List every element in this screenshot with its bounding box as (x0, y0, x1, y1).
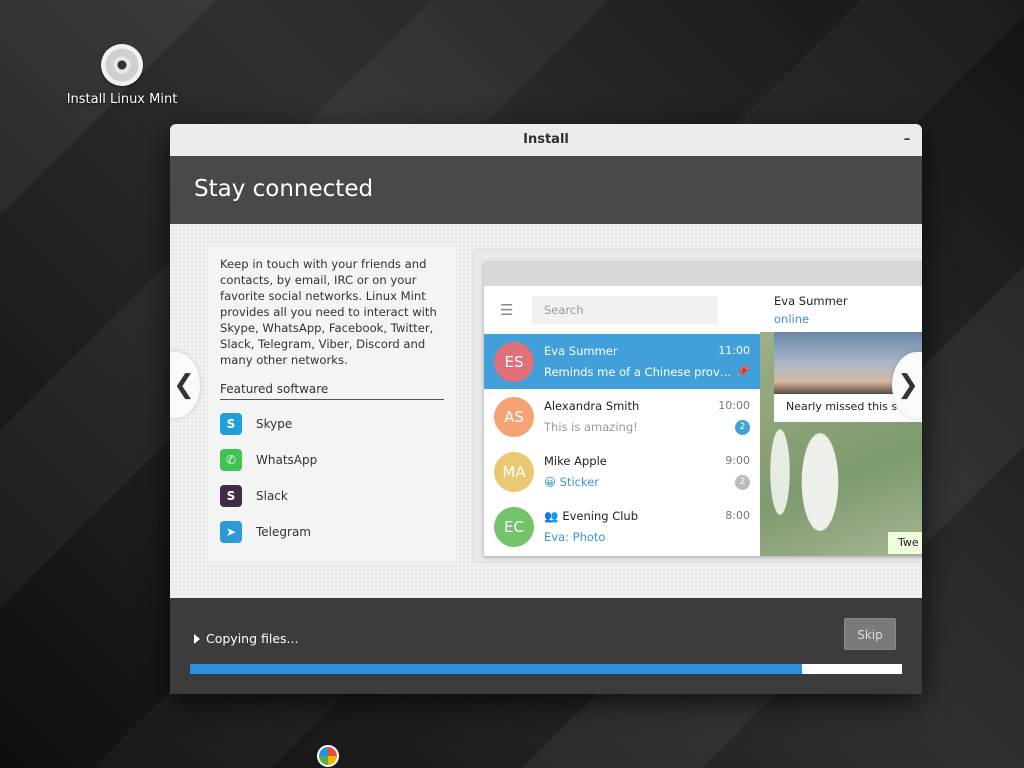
telegram-chat-list: ☰ Search ES Eva Summer 11:00 Reminds me of … (484, 286, 760, 556)
chat-body: Eva Summer 11:00 Reminds me of a Chinese p… (544, 344, 760, 379)
contact-status: online (774, 312, 810, 326)
unread-badge: 2 (735, 474, 750, 490)
chat-row: AS Alexandra Smith 10:00 This is amazing! 2 (484, 389, 760, 444)
chat-bottom-line: Reminds me of a Chinese prover… 📌 (544, 365, 750, 379)
installer-window: Install – Stay connected ❮ Keep in touch… (170, 124, 922, 694)
telegram-topbar (484, 262, 922, 286)
chat-bottom-line: Eva: Photo (544, 530, 750, 544)
telegram-window: ☰ Search ES Eva Summer 11:00 Reminds me of … (484, 262, 922, 556)
featured-app-slack: S Slack (220, 478, 444, 514)
chat-top-line: Mike Apple 9:00 (544, 454, 750, 468)
chat-time: 9:00 (725, 453, 750, 467)
chat-time: 11:00 (718, 344, 750, 357)
progress-fill (190, 664, 803, 674)
chat-name-wrap: Alexandra Smith (544, 399, 639, 413)
featured-app-skype: S Skype (220, 406, 444, 442)
chat-name-wrap: Mike Apple (544, 454, 607, 468)
status-text: Copying files... (206, 631, 299, 646)
slack-icon: S (220, 485, 242, 507)
desktop-icon-label: Install Linux Mint (66, 92, 178, 107)
chat-time: 8:00 (725, 509, 750, 522)
chat-bottom-line: 😀 Sticker 2 (544, 474, 750, 490)
featured-app-list: S Skype ✆ WhatsApp S Slack ➤ Telegram (220, 406, 444, 550)
avatar: ES (494, 341, 534, 382)
telegram-search-row: ☰ Search (484, 286, 760, 334)
telegram-conversation: Eva Summer online Nearly missed this s T… (760, 286, 922, 556)
chat-name-wrap: Eva Summer (544, 344, 618, 358)
avatar: EC (494, 506, 534, 547)
chat-top-line: Eva Summer 11:00 (544, 344, 750, 358)
skip-button[interactable]: Skip (844, 618, 896, 650)
featured-software-heading: Featured software (220, 382, 444, 400)
featured-app-whatsapp: ✆ WhatsApp (220, 442, 444, 478)
contact-name: Eva Summer (774, 294, 848, 308)
chat-body: 👥 Evening Club 8:00 Eva: Photo (544, 509, 760, 544)
telegram-contact-header: Eva Summer online (760, 286, 922, 332)
avatar: AS (494, 396, 534, 437)
skype-icon: S (220, 413, 242, 435)
unread-badge: 2 (735, 419, 750, 435)
featured-app-label: Telegram (256, 525, 311, 539)
featured-app-label: Slack (256, 489, 288, 503)
group-icon: 👥 (544, 509, 559, 523)
featured-app-telegram: ➤ Telegram (220, 514, 444, 550)
install-linux-mint-desktop-icon[interactable]: Install Linux Mint (66, 44, 178, 107)
hamburger-menu-icon: ☰ (500, 301, 514, 319)
chat-time: 10:00 (718, 398, 750, 412)
slide-description: Keep in touch with your friends and cont… (220, 257, 437, 367)
chat-top-line: Alexandra Smith 10:00 (544, 399, 750, 413)
chat-row: MA Mike Apple 9:00 😀 Sticker 2 (484, 444, 760, 499)
chat-name-wrap: 👥 Evening Club (544, 509, 638, 523)
chat-name: Alexandra Smith (544, 398, 640, 413)
chat-row: EC 👥 Evening Club 8:00 Eva: Photo (484, 499, 760, 554)
chat-row: ES Eva Summer 11:00 Reminds me of a Chinese… (484, 334, 760, 389)
telegram-icon: ➤ (220, 521, 242, 543)
disc-icon (101, 44, 143, 86)
chat-rows: ES Eva Summer 11:00 Reminds me of a Chinese… (484, 334, 760, 554)
pin-icon: 📌 (736, 365, 750, 378)
featured-app-label: WhatsApp (256, 453, 318, 467)
progress-details-expander[interactable]: Copying files... (194, 631, 298, 646)
info-card: Keep in touch with your friends and cont… (208, 246, 456, 562)
chat-preview: Eva: Photo (544, 530, 606, 544)
window-title: Install (523, 132, 569, 147)
telegram-screenshot: ☰ Search ES Eva Summer 11:00 Reminds me of … (474, 250, 922, 562)
slideshow-panel: ❮ Keep in touch with your friends and co… (170, 224, 922, 598)
window-titlebar[interactable]: Install – (170, 124, 922, 156)
previous-slide-button[interactable]: ❮ (170, 352, 200, 418)
chat-bottom-line: This is amazing! 2 (544, 419, 750, 435)
avatar: MA (494, 451, 534, 492)
chat-preview: 😀 Sticker (544, 474, 600, 489)
chat-preview: Reminds me of a Chinese prover… (544, 365, 734, 379)
chat-name: Mike Apple (544, 453, 607, 468)
linux-mint-menu-icon[interactable] (317, 745, 339, 767)
installer-footer: Copying files... Skip (170, 598, 922, 694)
chat-name: Eva Summer (544, 344, 618, 358)
featured-app-label: Skype (256, 417, 293, 431)
slide-header: Stay connected (170, 156, 922, 224)
chat-name: Evening Club (562, 509, 639, 523)
telegram-search-field: Search (532, 296, 718, 324)
chat-preview: This is amazing! (544, 419, 638, 434)
message-bubble: Twe (888, 532, 922, 554)
expander-arrow-icon (194, 633, 200, 644)
slide-title: Stay connected (194, 176, 374, 202)
chat-top-line: 👥 Evening Club 8:00 (544, 509, 750, 523)
whatsapp-icon: ✆ (220, 449, 242, 471)
chat-body: Alexandra Smith 10:00 This is amazing! 2 (544, 399, 760, 435)
minimize-button[interactable]: – (900, 124, 914, 156)
install-progress-bar (190, 664, 902, 674)
chat-body: Mike Apple 9:00 😀 Sticker 2 (544, 454, 760, 490)
